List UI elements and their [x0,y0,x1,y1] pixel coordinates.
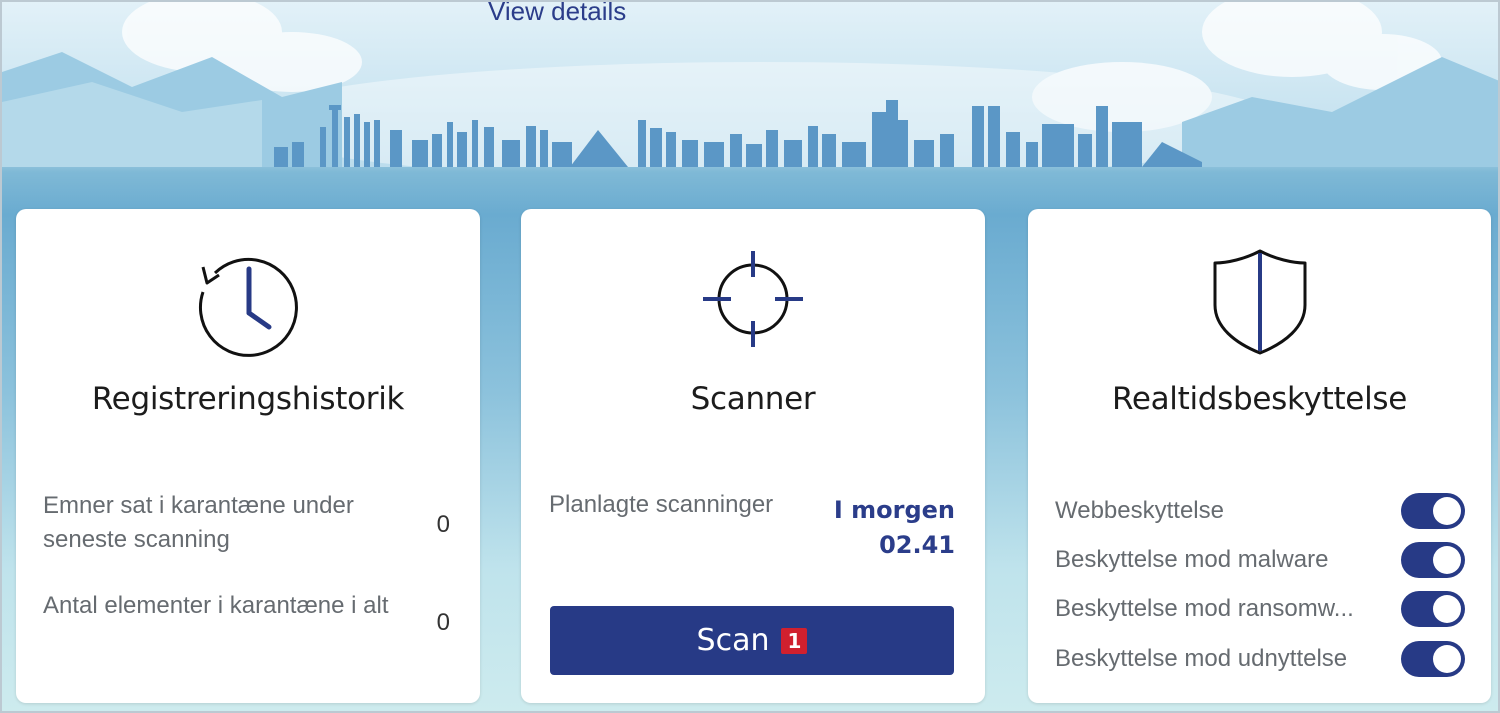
toggle-knob [1433,497,1461,525]
skyline-banner [2,2,1498,167]
scanner-card[interactable]: Scanner Planlagte scanninger I morgen 02… [521,209,985,703]
scheduled-scan-day: I morgen [833,496,955,524]
scheduled-scan-clock: 02.41 [879,531,955,559]
toggle-row-malware: Beskyttelse mod malware [1055,540,1465,580]
realtime-protection-title: Realtidsbeskyttelse [1111,381,1408,417]
malware-protection-label: Beskyttelse mod malware [1055,546,1329,573]
web-protection-toggle[interactable] [1401,493,1465,529]
quarantined-total-label: Antal elementer i karantæne i alt [43,592,389,619]
ransomware-protection-label: Beskyttelse mod ransomw... [1055,595,1354,622]
scan-button[interactable]: Scan 1 [550,606,954,675]
exploit-protection-toggle[interactable] [1401,641,1465,677]
quarantined-last-scan-value: 0 [436,511,450,538]
scan-button-label: Scan [696,623,770,658]
dashboard-window: View details Registreringshistorik Emner… [0,0,1500,713]
scheduled-scans-label: Planlagte scanninger [549,491,774,518]
toggle-knob [1433,595,1461,623]
quarantined-last-scan-label: Emner sat i karantæne under seneste scan… [43,492,354,553]
history-title: Registreringshistorik [91,381,405,417]
toggle-row-ransomware: Beskyttelse mod ransomw... [1055,589,1465,629]
view-details-link[interactable]: View details [488,2,626,27]
toggle-knob [1433,645,1461,673]
scan-notification-badge: 1 [781,627,808,654]
ransomware-protection-toggle[interactable] [1401,591,1465,627]
toggle-knob [1433,546,1461,574]
quarantined-total-value: 0 [436,609,450,636]
scanner-title: Scanner [690,381,816,417]
malware-protection-toggle[interactable] [1401,542,1465,578]
shield-icon [1213,249,1306,355]
toggle-row-web: Webbeskyttelse [1055,491,1465,531]
exploit-protection-label: Beskyttelse mod udnyttelse [1055,645,1348,672]
crosshair-icon [703,251,803,347]
clock-history-icon [198,258,298,357]
history-card[interactable]: Registreringshistorik Emner sat i karant… [16,209,480,703]
web-protection-label: Webbeskyttelse [1055,497,1224,524]
toggle-row-exploit: Beskyttelse mod udnyttelse [1055,639,1465,679]
realtime-protection-card[interactable]: Realtidsbeskyttelse Webbeskyttelse Besky… [1028,209,1491,703]
scheduled-scan-time[interactable]: I morgen 02.41 [834,493,955,563]
